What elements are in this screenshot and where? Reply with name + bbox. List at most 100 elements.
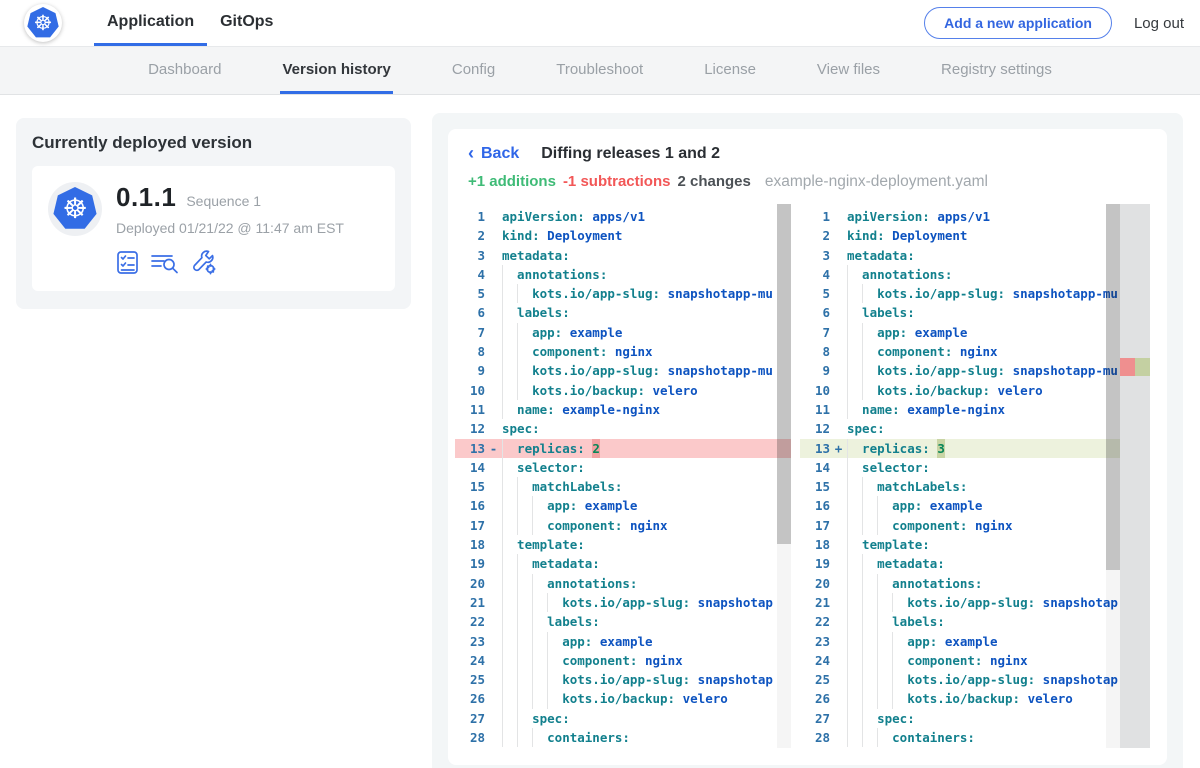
back-link[interactable]: ‹ Back (468, 145, 519, 163)
code-line-14: 14selector: (455, 458, 791, 477)
kubernetes-heptagon: ☸ (53, 187, 97, 231)
code-line-9: 9kots.io/app-slug: snapshotapp-mu (455, 361, 791, 380)
logout-button[interactable]: Log out (1134, 15, 1184, 32)
code-line-21: 21kots.io/app-slug: snapshotap (800, 593, 1150, 612)
code-line-23: 23app: example (800, 632, 1150, 651)
subnav-license[interactable]: License (702, 47, 758, 94)
code-line-7: 7app: example (455, 323, 791, 342)
code-line-15: 15matchLabels: (455, 477, 791, 496)
original-code: 1apiVersion: apps/v12kind: Deployment3me… (455, 204, 791, 748)
scrollbar-left (777, 204, 791, 748)
subnav-dashboard[interactable]: Dashboard (146, 47, 223, 94)
code-line-19: 19metadata: (800, 554, 1150, 573)
diff-title: Diffing releases 1 and 2 (541, 145, 720, 163)
diff-card: ‹ Back Diffing releases 1 and 2 +1 addit… (448, 129, 1167, 765)
changes-count: 2 changes (677, 173, 750, 190)
version-number: 0.1.1 (116, 182, 176, 213)
diff-pane-modified[interactable]: 1apiVersion: apps/v12kind: Deployment3me… (800, 204, 1150, 748)
file-search-icon[interactable] (150, 250, 179, 275)
code-line-24: 24component: nginx (455, 651, 791, 670)
code-line-11: 11name: example-nginx (800, 400, 1150, 419)
code-line-5: 5kots.io/app-slug: snapshotapp-mu (455, 284, 791, 303)
code-line-13: 13-replicas: 2 (455, 439, 791, 458)
code-line-7: 7app: example (800, 323, 1150, 342)
code-line-28: 28containers: (455, 728, 791, 747)
code-line-23: 23app: example (455, 632, 791, 651)
release-notes-checklist-icon[interactable] (116, 250, 139, 275)
tab-application[interactable]: Application (94, 0, 207, 46)
code-line-5: 5kots.io/app-slug: snapshotapp-mu (800, 284, 1150, 303)
code-line-17: 17component: nginx (455, 516, 791, 535)
diff-filename: example-nginx-deployment.yaml (765, 173, 988, 191)
overview-deletion-marker (1120, 358, 1135, 376)
scrollbar-thumb[interactable] (777, 204, 791, 544)
code-line-18: 18template: (800, 535, 1150, 554)
deployed-version-card: Currently deployed version ☸ 0.1.1 Seque… (16, 118, 411, 309)
code-line-27: 27spec: (455, 709, 791, 728)
top-tabs: Application GitOps (94, 0, 286, 46)
code-line-13: 13+replicas: 3 (800, 439, 1150, 458)
diff-overview-ruler[interactable] (1120, 204, 1150, 748)
topbar-right: Add a new application Log out (924, 0, 1200, 46)
code-line-4: 4annotations: (455, 265, 791, 284)
app-logo: ☸ (24, 4, 62, 42)
subnav-view-files[interactable]: View files (815, 47, 882, 94)
diff-editor: 1apiVersion: apps/v12kind: Deployment3me… (448, 204, 1167, 748)
code-line-28: 28containers: (800, 728, 1150, 747)
kubernetes-wheel-icon: ☸ (34, 13, 53, 34)
app-icon-badge: ☸ (48, 182, 102, 236)
sequence-label: Sequence 1 (186, 193, 261, 209)
deployed-version-inner-card: ☸ 0.1.1 Sequence 1 Deployed 01/21/22 @ 1… (32, 166, 395, 291)
code-line-14: 14selector: (800, 458, 1150, 477)
back-label: Back (481, 145, 519, 163)
code-line-16: 16app: example (455, 496, 791, 515)
deployed-timestamp: Deployed 01/21/22 @ 11:47 am EST (116, 220, 379, 236)
code-line-25: 25kots.io/app-slug: snapshotap (800, 670, 1150, 689)
subnav-registry-settings[interactable]: Registry settings (939, 47, 1054, 94)
chevron-left-icon: ‹ (468, 144, 474, 162)
scrollbar-thumb[interactable] (1106, 204, 1120, 570)
add-application-button[interactable]: Add a new application (924, 7, 1112, 39)
code-line-17: 17component: nginx (800, 516, 1150, 535)
diff-pane-original[interactable]: 1apiVersion: apps/v12kind: Deployment3me… (455, 204, 791, 748)
code-line-26: 26kots.io/backup: velero (455, 689, 791, 708)
code-line-15: 15matchLabels: (800, 477, 1150, 496)
deployed-version-details: 0.1.1 Sequence 1 Deployed 01/21/22 @ 11:… (116, 182, 379, 275)
code-line-6: 6labels: (800, 303, 1150, 322)
modified-code: 1apiVersion: apps/v12kind: Deployment3me… (800, 204, 1150, 748)
code-line-8: 8component: nginx (455, 342, 791, 361)
tab-gitops[interactable]: GitOps (207, 0, 286, 46)
code-line-4: 4annotations: (800, 265, 1150, 284)
scrollbar-right (1106, 204, 1120, 748)
code-line-2: 2kind: Deployment (455, 226, 791, 245)
subnav-version-history[interactable]: Version history (280, 47, 392, 94)
code-line-19: 19metadata: (455, 554, 791, 573)
diff-stats: +1 additions -1 subtractions 2 changes e… (448, 173, 1167, 191)
wrench-gear-icon[interactable] (190, 249, 217, 275)
code-line-8: 8component: nginx (800, 342, 1150, 361)
app-subnav: Dashboard Version history Config Trouble… (0, 47, 1200, 95)
subtractions-count: -1 subtractions (563, 173, 671, 190)
code-line-22: 22labels: (800, 612, 1150, 631)
overview-addition-marker (1135, 358, 1150, 376)
code-line-18: 18template: (455, 535, 791, 554)
code-line-22: 22labels: (455, 612, 791, 631)
code-line-9: 9kots.io/app-slug: snapshotapp-mu (800, 361, 1150, 380)
kubernetes-wheel-icon: ☸ (62, 195, 87, 223)
code-line-6: 6labels: (455, 303, 791, 322)
code-line-20: 20annotations: (800, 574, 1150, 593)
subnav-troubleshoot[interactable]: Troubleshoot (554, 47, 645, 94)
kubernetes-heptagon: ☸ (27, 7, 59, 39)
additions-count: +1 additions (468, 173, 556, 190)
code-line-25: 25kots.io/app-slug: snapshotap (455, 670, 791, 689)
code-line-10: 10kots.io/backup: velero (455, 381, 791, 400)
version-action-icons (116, 249, 379, 275)
code-line-16: 16app: example (800, 496, 1150, 515)
code-line-21: 21kots.io/app-slug: snapshotap (455, 593, 791, 612)
code-line-27: 27spec: (800, 709, 1150, 728)
diff-panel: ‹ Back Diffing releases 1 and 2 +1 addit… (432, 113, 1183, 768)
code-line-1: 1apiVersion: apps/v1 (455, 207, 791, 226)
code-line-20: 20annotations: (455, 574, 791, 593)
subnav-config[interactable]: Config (450, 47, 497, 94)
code-line-12: 12spec: (455, 419, 791, 438)
